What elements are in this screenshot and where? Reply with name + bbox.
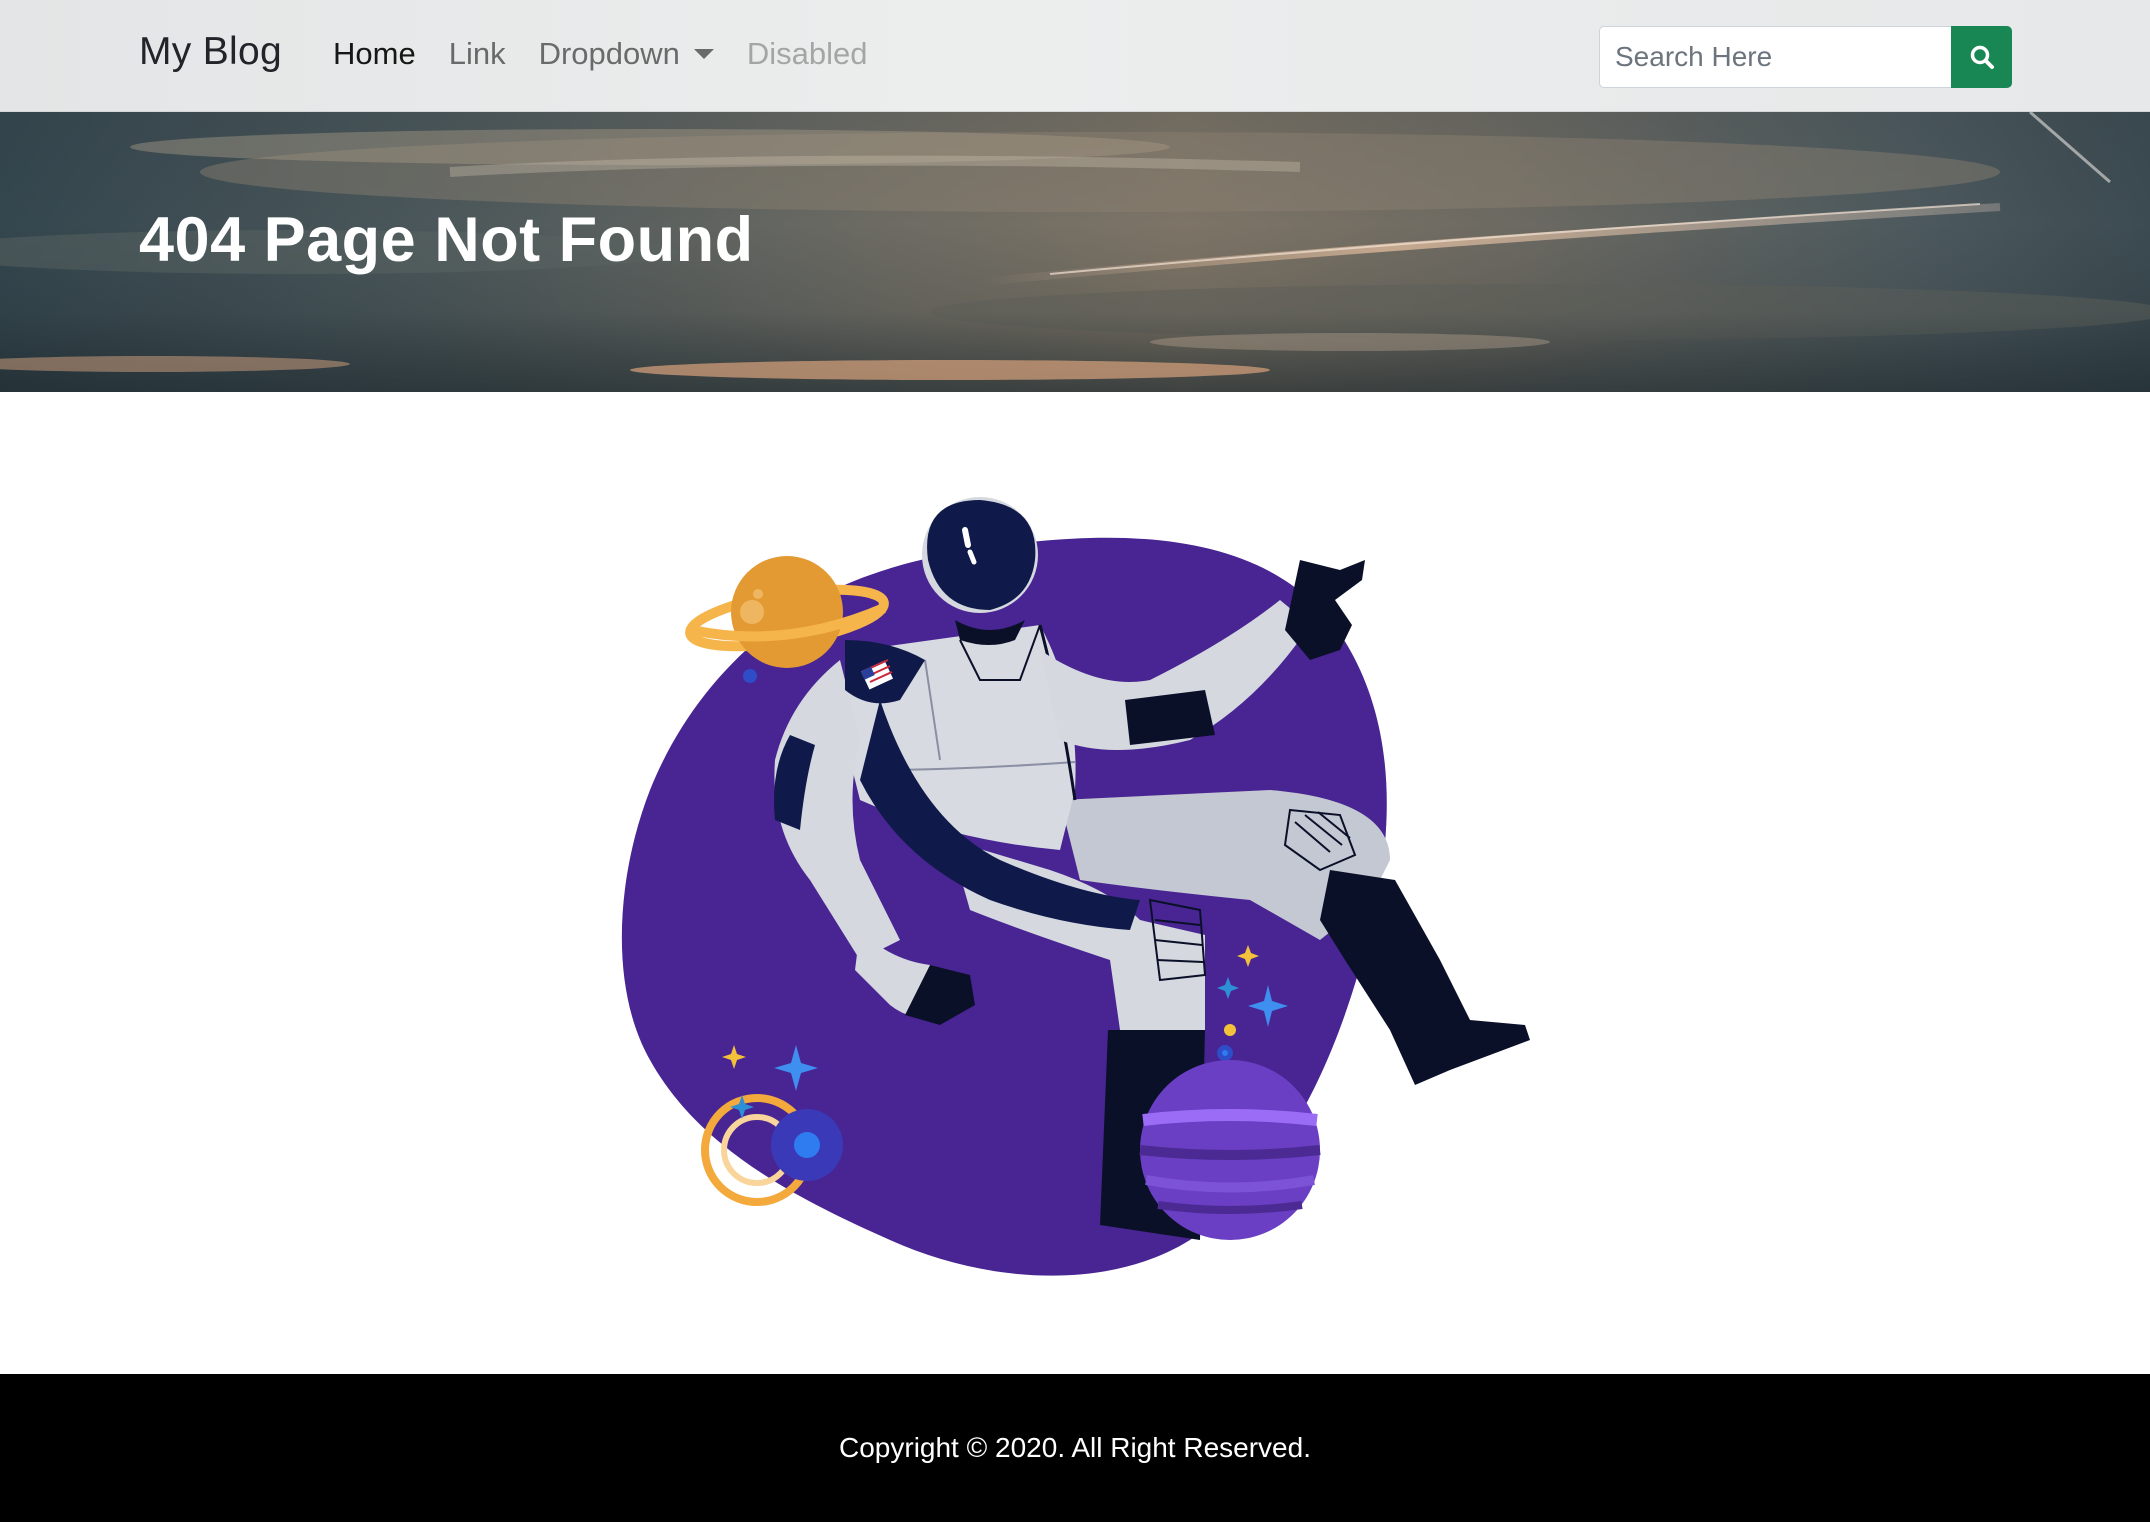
hero-banner: 404 Page Not Found — [0, 112, 2150, 392]
search-button[interactable] — [1951, 26, 2012, 88]
nav-link-disabled: Disabled — [746, 36, 868, 71]
nav-link-dropdown[interactable]: Dropdown — [539, 36, 714, 72]
page-title: 404 Page Not Found — [139, 205, 754, 275]
brand-link[interactable]: My Blog — [139, 30, 282, 74]
search-input[interactable] — [1599, 26, 1951, 88]
navbar: My Blog Home Link Dropdown Disabled — [0, 0, 2150, 112]
copyright-text: Copyright © 2020. All Right Reserved. — [839, 1432, 1311, 1463]
nav-link-link[interactable]: Link — [449, 36, 506, 72]
search-icon — [1970, 45, 1994, 69]
nav-dropdown-label: Dropdown — [538, 36, 680, 71]
search-form — [1599, 26, 2012, 88]
caret-down-icon — [693, 49, 714, 59]
nav-link-home[interactable]: Home — [333, 36, 416, 72]
nav-links: Home Link Dropdown Disabled — [333, 36, 901, 72]
footer: Copyright © 2020. All Right Reserved. — [0, 1374, 2150, 1522]
astronaut-illustration — [621, 497, 1530, 1276]
